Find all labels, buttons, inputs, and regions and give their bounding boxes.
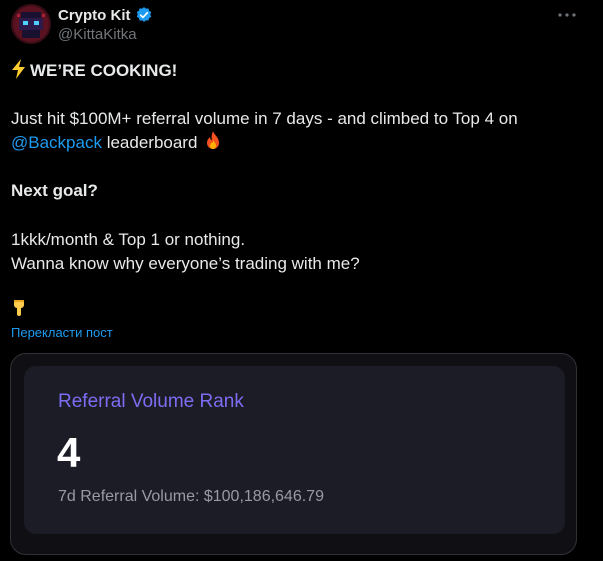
point-down-icon <box>14 300 24 316</box>
avatar[interactable] <box>11 4 51 44</box>
author-handle[interactable]: @KittaKitka <box>58 26 137 43</box>
verified-badge-icon[interactable] <box>135 6 153 24</box>
card-title: Referral Volume Rank <box>58 391 244 412</box>
tweet-line-7 <box>11 298 591 325</box>
more-options-button[interactable] <box>556 6 578 24</box>
card-volume-text: 7d Referral Volume: $100,186,646.79 <box>58 488 324 505</box>
translate-post-link[interactable]: Перекласти пост <box>11 325 113 340</box>
tweet-headline-text: WE’RE COOKING! <box>30 61 178 80</box>
tweet: Crypto Kit @KittaKitka WE’RE COOKING! Ju… <box>0 0 603 561</box>
tweet-line-6: Wanna know why everyone’s trading with m… <box>11 254 360 273</box>
tweet-line-3: @Backpack leaderboard <box>11 131 591 155</box>
tweet-line-headline: WE’RE COOKING! <box>11 59 591 83</box>
more-dots-icon <box>558 13 576 17</box>
lightning-icon <box>12 59 25 79</box>
card-rank-value: 4 <box>57 429 81 476</box>
author-display-name[interactable]: Crypto Kit <box>58 7 131 24</box>
fire-icon <box>207 131 220 149</box>
tweet-line-5: 1kkk/month & Top 1 or nothing. <box>11 230 246 249</box>
pixel-ninja-avatar-icon <box>11 4 51 44</box>
tweet-line-2: Just hit $100M+ referral volume in 7 day… <box>11 109 518 128</box>
mention-backpack-link[interactable]: @Backpack <box>11 133 102 152</box>
author-name-row: Crypto Kit <box>58 5 153 25</box>
tweet-line-3-text: leaderboard <box>101 133 198 152</box>
tweet-line-4: Next goal? <box>11 181 98 200</box>
